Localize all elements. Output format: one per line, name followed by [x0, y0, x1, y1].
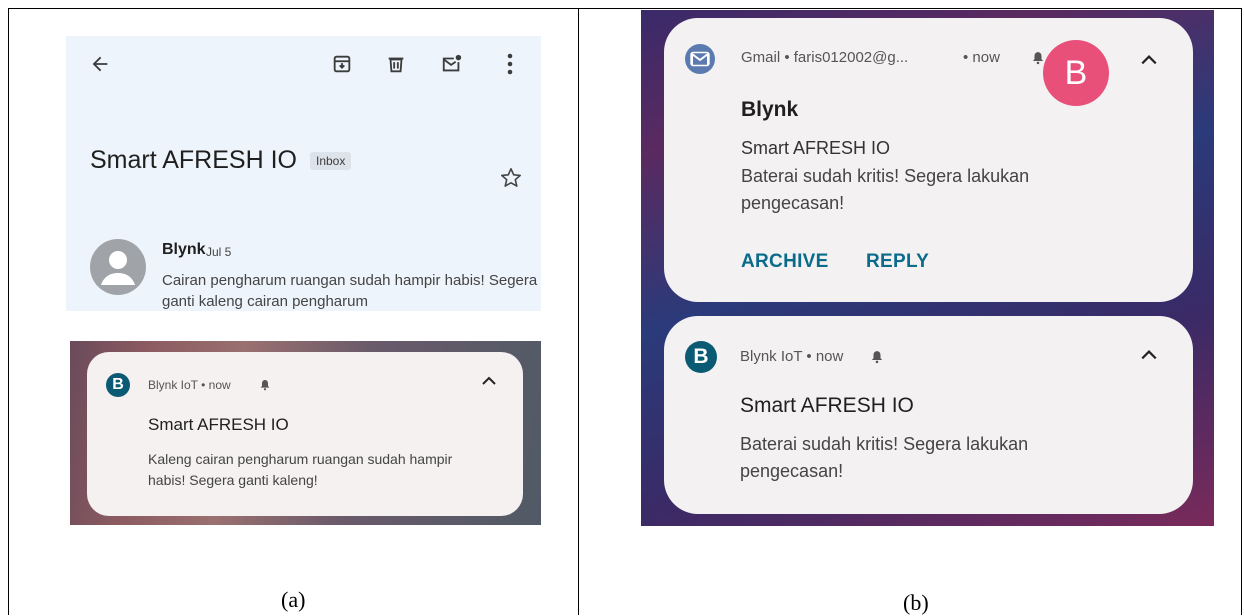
- table-border-left: [8, 8, 9, 615]
- notification-sender: Blynk: [741, 98, 799, 121]
- notification-meta: Blynk IoT • now: [148, 378, 231, 392]
- bell-icon: [259, 378, 271, 396]
- notification-body: Baterai sudah kritis! Segera lakukan pen…: [740, 434, 1029, 481]
- chevron-up-icon[interactable]: [481, 374, 497, 392]
- notification-subject: Smart AFRESH IO: [741, 138, 891, 158]
- archive-icon[interactable]: [328, 50, 356, 78]
- trash-icon[interactable]: [382, 50, 410, 78]
- inbox-label-badge[interactable]: Inbox: [310, 152, 352, 170]
- archive-action-button[interactable]: ARCHIVE: [741, 251, 829, 273]
- chevron-up-icon[interactable]: [1140, 348, 1158, 367]
- bell-icon: [870, 350, 884, 369]
- blynk-app-icon: B: [685, 341, 717, 373]
- notification-card[interactable]: B Blynk IoT • now Smart AFRESH IO Kaleng…: [87, 352, 523, 516]
- notification-meta: Blynk IoT • now: [740, 348, 844, 365]
- table-border-right: [1241, 8, 1242, 615]
- email-subject: Smart AFRESH IO: [90, 146, 297, 174]
- mail-unread-icon[interactable]: [438, 50, 466, 78]
- notification-time: • now: [963, 49, 1000, 66]
- blynk-app-icon: B: [106, 373, 130, 397]
- reply-action-button[interactable]: REPLY: [866, 251, 929, 273]
- notification-meta: Gmail • faris012002@g...: [741, 49, 909, 66]
- more-vert-icon[interactable]: [496, 50, 524, 78]
- notification-body: Baterai sudah kritis! Segera lakukan pen…: [741, 166, 1030, 213]
- sender-avatar[interactable]: B: [1043, 40, 1109, 106]
- gmail-icon: [685, 44, 715, 74]
- notification-shade-blynk: B Blynk IoT • now Smart AFRESH IO Kaleng…: [70, 341, 541, 525]
- gmail-notification-card[interactable]: Gmail • faris012002@g... • now B Blynk S…: [664, 18, 1193, 302]
- arrow-left-icon[interactable]: [86, 50, 114, 78]
- gmail-message-view: Smart AFRESH IO Inbox Blynk Jul 5 Cairan…: [66, 36, 541, 311]
- caption-b: (b): [903, 590, 929, 615]
- sender-name: Blynk: [162, 241, 206, 258]
- notification-title: Smart AFRESH IO: [740, 394, 914, 417]
- table-divider: [578, 8, 579, 615]
- message-date: Jul 5: [206, 245, 232, 259]
- message-snippet: Cairan pengharum ruangan sudah hampir ha…: [162, 272, 538, 310]
- chevron-up-icon[interactable]: [1140, 53, 1158, 72]
- notification-shade-stack: Gmail • faris012002@g... • now B Blynk S…: [641, 10, 1214, 526]
- blynk-notification-card[interactable]: B Blynk IoT • now Smart AFRESH IO Batera…: [664, 316, 1193, 514]
- notification-title: Smart AFRESH IO: [148, 415, 289, 434]
- caption-a: (a): [281, 587, 306, 612]
- avatar[interactable]: [90, 239, 146, 295]
- table-border-top: [8, 8, 1242, 9]
- star-outline-icon[interactable]: [499, 166, 523, 195]
- notification-body: Kaleng cairan pengharum ruangan sudah ha…: [148, 451, 453, 488]
